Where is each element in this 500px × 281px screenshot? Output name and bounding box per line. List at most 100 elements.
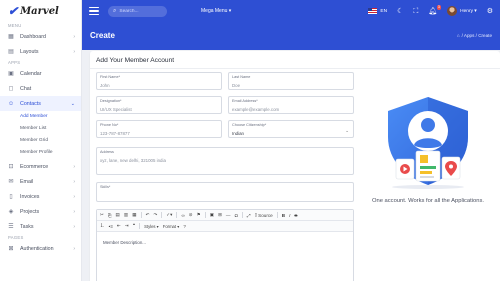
last-name-field[interactable]: Last Name Doe — [228, 72, 354, 90]
contacts-icon: ☺ — [7, 100, 15, 107]
account-shield-illustration — [388, 97, 468, 189]
indent-icon[interactable]: ⇥ — [125, 223, 129, 229]
sidebar-item-label: Calendar — [20, 70, 42, 77]
format-dropdown[interactable]: Format ▾ — [163, 224, 180, 229]
skills-field[interactable]: Skills* — [96, 182, 354, 202]
maximize-icon[interactable]: ⤢ — [247, 213, 251, 218]
editor-toolbar-row-2: ⒈ •≡ ⇤ ⇥ ❝ Styles ▾ Format ▾ ? — [97, 221, 353, 232]
gear-icon[interactable]: ⚙ — [487, 8, 493, 15]
page-title: Create — [90, 31, 115, 40]
user-menu[interactable]: Henry ▾ — [460, 9, 477, 14]
sidebar-item-invoices[interactable]: ▯ Invoices › — [0, 189, 81, 204]
sidebar-item-authentication[interactable]: ⊠ Authentication › — [0, 241, 81, 256]
field-value: example@example.com — [232, 107, 280, 112]
unlink-icon[interactable]: ⊘ — [189, 212, 193, 218]
field-value: 123-787-87877 — [100, 131, 130, 136]
sidebar-subitem-member-list[interactable]: Member List — [0, 123, 81, 135]
spellcheck-icon[interactable]: ✓▾ — [166, 212, 172, 218]
rich-text-editor[interactable]: ✂ ⎘ ▤ ▥ ▦ ↶ ↷ ✓▾ ∞ ⊘ ⚑ ▣ ⊞ ― Ω ⤢ ▯ Source… — [96, 209, 354, 281]
sidebar-item-tasks[interactable]: ☰ Tasks › — [0, 219, 81, 234]
sidebar-subitem-member-profile[interactable]: Member Profile — [0, 147, 81, 159]
paste-word-icon[interactable]: ▦ — [132, 212, 136, 218]
image-icon[interactable]: ▣ — [210, 212, 214, 218]
copy-icon[interactable]: ⎘ — [108, 213, 112, 218]
sidebar-item-projects[interactable]: ◈ Projects › — [0, 204, 81, 219]
undo-icon[interactable]: ↶ — [146, 212, 150, 218]
chevron-right-icon: › — [73, 223, 75, 230]
address-textarea[interactable]: Address xyz, lane, new delhi, 321005 ind… — [96, 147, 354, 175]
phone-field[interactable]: Phone No* 123-787-87877 — [96, 120, 222, 138]
promo-tagline: One account. Works for all the Applicati… — [371, 198, 485, 204]
toolbar-separator — [161, 212, 163, 218]
sidebar-item-dashboard[interactable]: ▦ Dashboard › — [0, 29, 81, 44]
designation-field[interactable]: Designation* UI/UX Specialist — [96, 96, 222, 114]
chevron-right-icon: › — [73, 178, 75, 185]
sidebar-subitem-add-member[interactable]: Add Member — [0, 111, 81, 123]
fullscreen-icon[interactable]: ⛶ — [413, 8, 418, 15]
hamburger-menu-icon[interactable] — [89, 7, 99, 15]
link-icon[interactable]: ∞ — [181, 213, 184, 218]
blockquote-icon[interactable]: ❝ — [133, 223, 135, 229]
sidebar-item-chat[interactable]: ◻ Chat — [0, 81, 81, 96]
numbered-list-icon[interactable]: ⒈ — [100, 223, 105, 229]
bulleted-list-icon[interactable]: •≡ — [109, 224, 113, 229]
toolbar-separator — [176, 212, 178, 218]
field-label: Last Name — [232, 75, 251, 79]
chevron-right-icon: › — [73, 48, 75, 55]
brand-logo[interactable]: ✔ Marvel — [0, 0, 81, 22]
source-label: Source — [258, 212, 273, 218]
horizontal-line-icon[interactable]: ― — [226, 213, 231, 218]
topbar: ⌕ Mega Menu ▾ EN ☾ ⛶ 🔔︎3 Henry ▾ ⚙ — [82, 0, 500, 22]
help-icon[interactable]: ? — [183, 224, 186, 229]
chevron-right-icon: › — [73, 33, 75, 40]
projects-icon: ◈ — [8, 209, 14, 215]
styles-dropdown[interactable]: Styles ▾ — [144, 224, 159, 229]
outdent-icon[interactable]: ⇤ — [117, 223, 121, 229]
source-icon[interactable]: ▯ Source — [255, 212, 273, 218]
special-char-icon[interactable]: Ω — [235, 213, 238, 218]
sidebar-item-label: Dashboard — [20, 33, 46, 40]
field-value: Indian — [232, 131, 244, 136]
editor-content[interactable]: Member Description... — [97, 232, 353, 253]
strikethrough-icon[interactable]: S — [294, 213, 297, 218]
bell-icon[interactable]: 🔔︎ 3 — [428, 4, 442, 15]
avatar[interactable] — [447, 6, 458, 16]
redo-icon[interactable]: ↷ — [153, 212, 157, 218]
table-icon[interactable]: ⊞ — [218, 212, 222, 218]
sidebar-item-calendar[interactable]: ▣ Calendar — [0, 66, 81, 81]
sidebar-item-layouts[interactable]: ▤ Layouts › — [0, 44, 81, 59]
first-name-field[interactable]: First Name* John — [96, 72, 222, 90]
breadcrumb-path[interactable]: / Apps / Create — [462, 33, 492, 38]
sidebar-item-email[interactable]: ✉ Email › — [0, 174, 81, 189]
anchor-icon[interactable]: ⚑ — [197, 212, 201, 218]
sidebar-item-contacts[interactable]: ☺ Contacts ⌄ — [0, 96, 81, 111]
home-icon[interactable]: ⌂ — [457, 33, 460, 38]
sidebar-item-label: Tasks — [20, 223, 34, 230]
chat-icon: ◻ — [8, 86, 14, 92]
sidebar-item-ecommerce[interactable]: ⊡ Ecommerce › — [0, 159, 81, 174]
chevron-down-icon: ⌄ — [345, 128, 349, 133]
paste-text-icon[interactable]: ▥ — [124, 212, 128, 218]
language-selector[interactable]: EN — [380, 9, 387, 14]
check-logo-icon: ✔ — [8, 4, 19, 18]
sidebar-subitem-member-grid[interactable]: Member Grid — [0, 135, 81, 147]
chevron-down-icon: ⌄ — [70, 100, 75, 107]
search-input[interactable] — [119, 8, 164, 14]
citizenship-select[interactable]: Choose Citizenship* Indian ⌄ — [228, 120, 354, 138]
field-label: Choose Citizenship* — [232, 123, 267, 127]
styles-label: Styles — [144, 223, 156, 229]
cut-icon[interactable]: ✂ — [100, 212, 104, 218]
italic-icon[interactable]: I — [289, 213, 290, 218]
chevron-right-icon: › — [73, 163, 75, 170]
tasks-icon: ☰ — [8, 224, 14, 230]
moon-icon[interactable]: ☾ — [397, 8, 403, 15]
field-label: Email Address* — [232, 99, 258, 103]
us-flag-icon[interactable] — [368, 8, 378, 14]
paste-icon[interactable]: ▤ — [116, 212, 120, 218]
sidebar-item-label: Contacts — [20, 100, 41, 107]
search-box[interactable]: ⌕ — [108, 5, 167, 17]
email-field[interactable]: Email Address* example@example.com — [228, 96, 354, 114]
toolbar-separator — [140, 212, 142, 218]
mega-menu-dropdown[interactable]: Mega Menu ▾ — [201, 8, 231, 14]
bold-icon[interactable]: B — [282, 213, 285, 218]
